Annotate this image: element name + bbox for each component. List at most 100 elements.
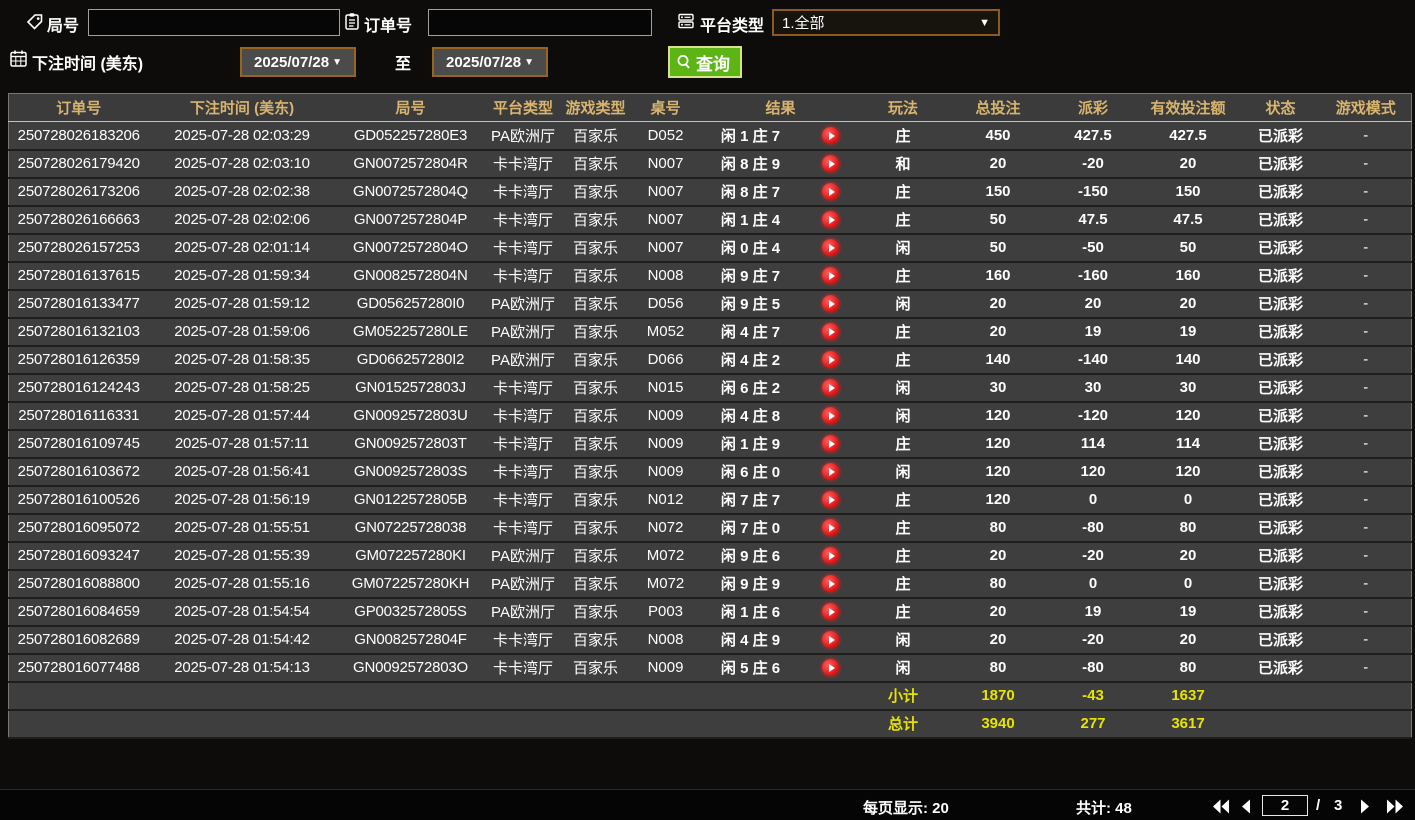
game-mode-cell: - <box>1320 597 1412 627</box>
table-body: 250728026183206 2025-07-28 02:03:29 GD05… <box>8 121 1412 683</box>
table-number-cell: N072 <box>630 513 701 543</box>
table-number-cell: N007 <box>630 205 701 235</box>
game-type-cell: 百家乐 <box>560 345 631 375</box>
order-number-cell: 250728016093247 <box>8 541 149 571</box>
status-cell: 已派彩 <box>1240 373 1321 403</box>
date-from-picker[interactable]: 2025/07/28 ▼ <box>240 47 356 77</box>
play-video-icon[interactable] <box>822 239 839 257</box>
bet-time-cell: 2025-07-28 01:56:19 <box>148 485 336 515</box>
play-video-icon[interactable] <box>822 183 839 201</box>
last-page-button[interactable] <box>1386 798 1406 814</box>
game-type-cell: 百家乐 <box>560 429 631 459</box>
platform-type-select[interactable]: 1.全部 ▼ <box>772 9 1000 36</box>
play-video-icon[interactable] <box>822 575 839 593</box>
play-video-icon[interactable] <box>822 127 839 145</box>
platform-list-icon <box>677 12 695 30</box>
play-video-icon[interactable] <box>822 407 839 425</box>
order-number-cell: 250728016126359 <box>8 345 149 375</box>
order-number-label: 订单号 <box>364 18 413 35</box>
header-payout: 派彩 <box>1050 93 1136 122</box>
game-type-cell: 百家乐 <box>560 317 631 347</box>
next-page-button[interactable] <box>1360 798 1380 814</box>
payout-cell: -20 <box>1050 541 1136 571</box>
bet-time-cell: 2025-07-28 01:56:41 <box>148 457 336 487</box>
play-video-icon[interactable] <box>822 631 839 649</box>
table-row: 250728016093247 2025-07-28 01:55:39 GM07… <box>8 541 1412 571</box>
date-range-to-label: 至 <box>395 56 412 73</box>
platform-type-cell: 卡卡湾厅 <box>485 261 561 291</box>
game-type-cell: 百家乐 <box>560 177 631 207</box>
play-video-icon[interactable] <box>822 491 839 509</box>
play-video-icon[interactable] <box>822 519 839 537</box>
date-to-picker[interactable]: 2025/07/28 ▼ <box>432 47 548 77</box>
total-bet-cell: 120 <box>945 429 1051 459</box>
valid-bet-cell: 0 <box>1135 569 1241 599</box>
play-video-icon[interactable] <box>822 351 839 369</box>
filter-panel: 局号 订单号 平台类型 1.全部 ▼ 下注时间 (美东) 2025/07/28 ▼… <box>0 0 1415 90</box>
status-cell: 已派彩 <box>1240 569 1321 599</box>
page-number-input[interactable] <box>1262 795 1308 816</box>
status-cell: 已派彩 <box>1240 653 1321 683</box>
play-type-cell: 庄 <box>860 485 946 515</box>
play-video-icon[interactable] <box>822 463 839 481</box>
platform-type-cell: 卡卡湾厅 <box>485 233 561 263</box>
order-number-cell: 250728016133477 <box>8 289 149 319</box>
total-bet-cell: 120 <box>945 485 1051 515</box>
play-video-icon[interactable] <box>822 155 839 173</box>
payout-cell: -80 <box>1050 513 1136 543</box>
play-video-icon[interactable] <box>822 323 839 341</box>
play-video-icon[interactable] <box>822 267 839 285</box>
payout-cell: -120 <box>1050 401 1136 431</box>
play-video-icon[interactable] <box>822 547 839 565</box>
total-bet-cell: 20 <box>945 317 1051 347</box>
game-mode-cell: - <box>1320 541 1412 571</box>
valid-bet-cell: 30 <box>1135 373 1241 403</box>
subtotal-bet: 1870 <box>945 681 1051 711</box>
play-video-icon[interactable] <box>822 379 839 397</box>
header-game-mode: 游戏模式 <box>1320 93 1412 122</box>
header-round-number: 局号 <box>335 93 486 122</box>
bet-time-cell: 2025-07-28 01:58:25 <box>148 373 336 403</box>
table-number-cell: N009 <box>630 401 701 431</box>
table-row: 250728026183206 2025-07-28 02:03:29 GD05… <box>8 121 1412 151</box>
result-cell: 闲 9 庄 5 <box>700 289 801 319</box>
query-button[interactable]: 查询 <box>668 46 742 78</box>
valid-bet-cell: 19 <box>1135 317 1241 347</box>
table-row: 250728026179420 2025-07-28 02:03:10 GN00… <box>8 149 1412 179</box>
payout-cell: 30 <box>1050 373 1136 403</box>
platform-type-cell: 卡卡湾厅 <box>485 177 561 207</box>
platform-type-cell: 卡卡湾厅 <box>485 401 561 431</box>
round-number-cell: GN0082572804F <box>335 625 486 655</box>
play-video-icon[interactable] <box>822 435 839 453</box>
total-bet: 3940 <box>945 709 1051 739</box>
table-number-cell: N009 <box>630 653 701 683</box>
search-icon <box>676 54 692 70</box>
play-video-icon[interactable] <box>822 659 839 677</box>
header-bet-time: 下注时间 (美东) <box>148 93 336 122</box>
play-video-icon[interactable] <box>822 211 839 229</box>
table-row: 250728016137615 2025-07-28 01:59:34 GN00… <box>8 261 1412 291</box>
order-number-input[interactable] <box>428 9 652 36</box>
round-number-input[interactable] <box>88 9 340 36</box>
payout-cell: 0 <box>1050 569 1136 599</box>
game-type-cell: 百家乐 <box>560 485 631 515</box>
result-cell: 闲 7 庄 7 <box>700 485 801 515</box>
platform-type-cell: 卡卡湾厅 <box>485 625 561 655</box>
status-cell: 已派彩 <box>1240 541 1321 571</box>
status-cell: 已派彩 <box>1240 513 1321 543</box>
bet-records-table: 订单号 下注时间 (美东) 局号 平台类型 游戏类型 桌号 结果 玩法 总投注 … <box>8 93 1413 739</box>
platform-type-cell: PA欧洲厅 <box>485 345 561 375</box>
first-page-button[interactable] <box>1212 798 1232 814</box>
play-video-icon[interactable] <box>822 295 839 313</box>
clipboard-icon <box>343 12 361 30</box>
bet-time-cell: 2025-07-28 01:54:42 <box>148 625 336 655</box>
round-number-cell: GN07225728038 <box>335 513 486 543</box>
payout-cell: 427.5 <box>1050 121 1136 151</box>
play-video-icon[interactable] <box>822 603 839 621</box>
payout-cell: 114 <box>1050 429 1136 459</box>
play-type-cell: 闲 <box>860 401 946 431</box>
previous-page-button[interactable] <box>1241 798 1261 814</box>
payout-cell: 19 <box>1050 317 1136 347</box>
total-bet-cell: 140 <box>945 345 1051 375</box>
play-type-cell: 闲 <box>860 373 946 403</box>
